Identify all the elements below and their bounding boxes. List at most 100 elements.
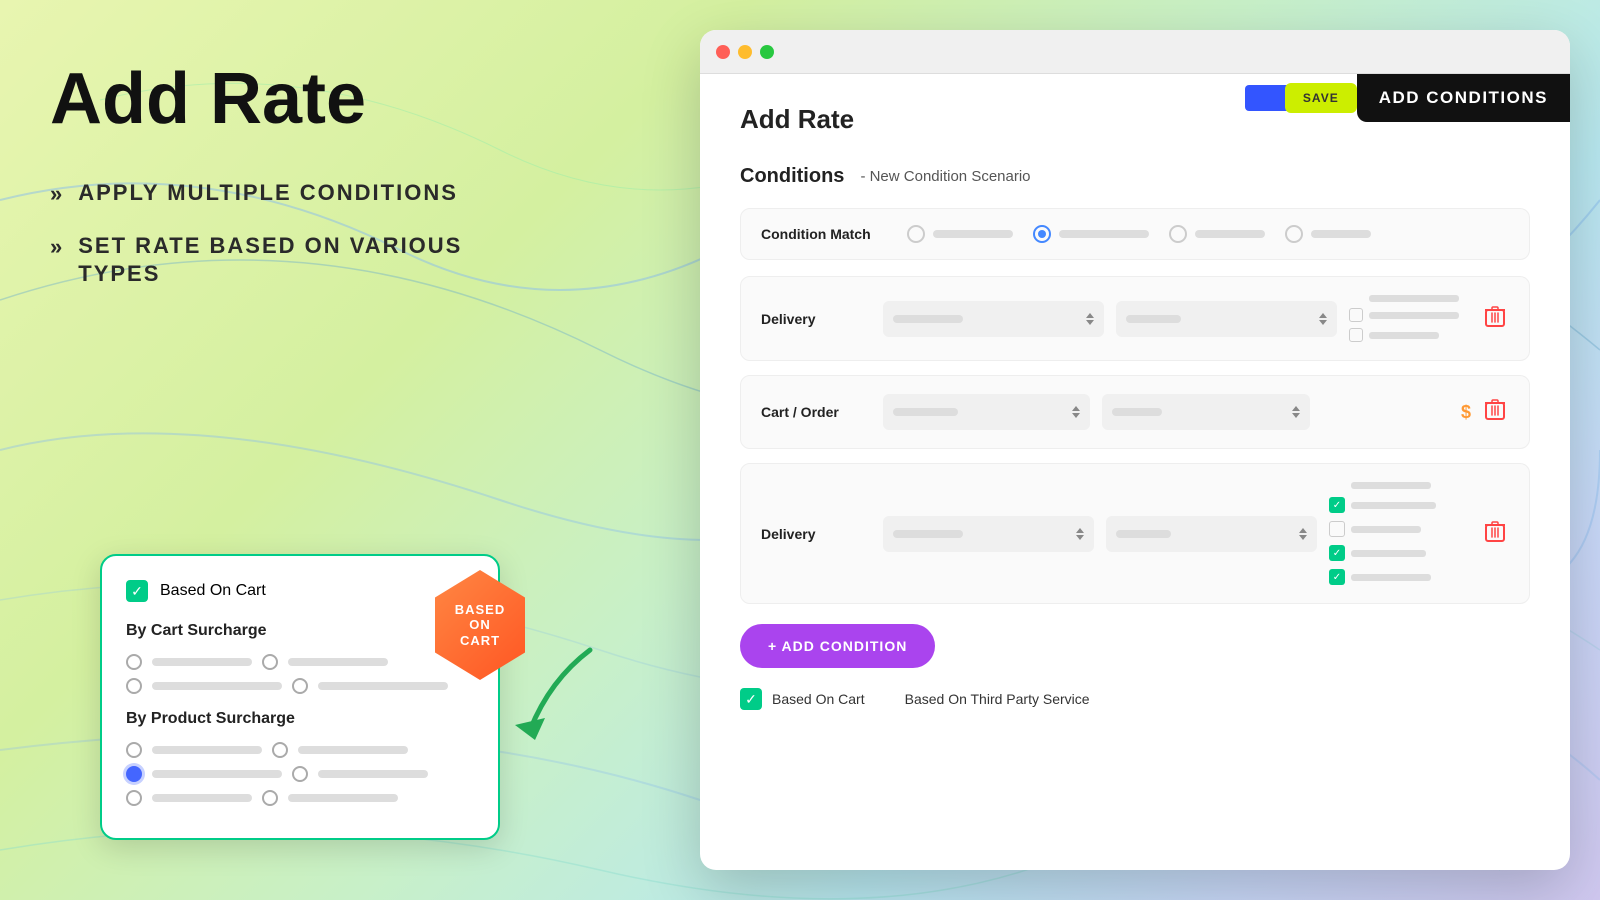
delivery-row-2: Delivery ✓: [740, 463, 1530, 604]
delivery-checkbox-options-1: [1349, 295, 1469, 342]
add-condition-button[interactable]: + ADD CONDITION: [740, 624, 935, 668]
add-conditions-banner[interactable]: ADD CONDITIONS: [1357, 74, 1570, 122]
delivery-green-checkboxes: ✓ ✓ ✓: [1329, 482, 1469, 585]
radio-bar-7: [152, 770, 282, 778]
arrow-down-icon-4: [1292, 413, 1300, 418]
product-radio-row-1: [126, 742, 474, 758]
green-checkbox-row-3: ✓: [1329, 545, 1469, 561]
arrow-up-icon-4: [1292, 406, 1300, 411]
radio-option-dot-4[interactable]: [1285, 225, 1303, 243]
cart-order-label: Cart / Order: [761, 404, 871, 420]
page-title: Add Rate: [740, 104, 854, 135]
radio-unchecked-9[interactable]: [262, 790, 278, 806]
radio-option-dot-2[interactable]: [1033, 225, 1051, 243]
browser-content: Add Rate Conditions - New Condition Scen…: [700, 74, 1570, 870]
delivery-label-1: Delivery: [761, 311, 871, 327]
radio-unchecked-1[interactable]: [126, 654, 142, 670]
radio-bar-10: [288, 794, 398, 802]
radio-bar-9: [152, 794, 252, 802]
condition-match-row: Condition Match: [740, 208, 1530, 260]
radio-bar-5: [152, 746, 262, 754]
save-button-header[interactable]: SAVE: [1285, 83, 1357, 113]
radio-unchecked-6[interactable]: [272, 742, 288, 758]
radio-option-dot-1[interactable]: [907, 225, 925, 243]
cart-radio-row-1: [126, 654, 474, 670]
radio-unchecked-5[interactable]: [126, 742, 142, 758]
dollar-icon: $: [1461, 402, 1471, 423]
feature-text-1: APPLY MULTIPLE CONDITIONS: [78, 179, 458, 208]
arrow-up-icon-5: [1076, 528, 1084, 533]
delete-delivery-1[interactable]: [1481, 301, 1509, 337]
radio-bar-4: [318, 682, 448, 690]
green-check-2[interactable]: ✓: [1329, 545, 1345, 561]
minimize-button[interactable]: [738, 45, 752, 59]
delivery-select-1[interactable]: [883, 301, 1104, 337]
close-button[interactable]: [716, 45, 730, 59]
chevron-right-icon-2: »: [50, 234, 62, 260]
cart-order-row: Cart / Order $: [740, 375, 1530, 449]
arrow-down-icon: [1086, 320, 1094, 325]
radio-bar-2: [288, 658, 388, 666]
green-check-1[interactable]: ✓: [1329, 497, 1345, 513]
conditions-label: Conditions: [740, 165, 844, 188]
add-conditions-area: SAVE ADD CONDITIONS: [1245, 74, 1570, 122]
empty-check-1[interactable]: [1329, 521, 1345, 537]
product-radio-row-3: [126, 790, 474, 806]
cart-checkbox-row: ✓ Based On Cart: [126, 580, 474, 602]
radio-bar-3: [152, 682, 282, 690]
radio-option-3: [1169, 225, 1265, 243]
product-radio-row-2: [126, 766, 474, 782]
main-title: Add Rate: [50, 60, 510, 139]
cart-checkbox[interactable]: ✓: [126, 580, 148, 602]
radio-option-2: [1033, 225, 1149, 243]
cart-select-2[interactable]: [1102, 394, 1309, 430]
delivery-label-2: Delivery: [761, 526, 871, 542]
radio-bar-8: [318, 770, 428, 778]
conditions-scenario: - New Condition Scenario: [860, 168, 1030, 185]
arrow-graphic: [490, 640, 610, 740]
green-check-3[interactable]: ✓: [1329, 569, 1345, 585]
based-on-third-party-label: Based On Third Party Service: [905, 691, 1090, 707]
radio-option-1: [907, 225, 1013, 243]
delete-delivery-2[interactable]: [1481, 516, 1509, 552]
left-panel: Add Rate » APPLY MULTIPLE CONDITIONS » S…: [0, 0, 560, 900]
feature-item-1: » APPLY MULTIPLE CONDITIONS: [50, 179, 510, 208]
bottom-options: ✓ Based On Cart Based On Third Party Ser…: [740, 688, 1530, 710]
bottom-cart-checkbox[interactable]: ✓: [740, 688, 762, 710]
condition-match-label: Condition Match: [761, 226, 891, 242]
radio-unchecked-2[interactable]: [262, 654, 278, 670]
radio-unchecked-3[interactable]: [126, 678, 142, 694]
radio-bar-1: [152, 658, 252, 666]
radio-unchecked-7[interactable]: [292, 766, 308, 782]
chevron-right-icon: »: [50, 181, 62, 207]
browser-titlebar: [700, 30, 1570, 74]
delivery-row-1: Delivery: [740, 276, 1530, 361]
surcharge-section-2: By Product Surcharge: [126, 710, 474, 728]
radio-checked-1[interactable]: [126, 766, 142, 782]
arrow-down-icon-5: [1076, 535, 1084, 540]
arrow-down-icon-2: [1319, 320, 1327, 325]
green-checkbox-row-2: [1329, 521, 1469, 537]
cart-select-1[interactable]: [883, 394, 1090, 430]
green-checkbox-row-0: [1329, 482, 1469, 489]
delivery2-select-1[interactable]: [883, 516, 1094, 552]
arrow-up-icon-2: [1319, 313, 1327, 318]
conditions-header: Conditions - New Condition Scenario: [740, 165, 1530, 188]
feature-text-2: SET RATE BASED ON VARIOUS TYPES: [78, 232, 510, 289]
delete-cart-order[interactable]: [1481, 394, 1509, 430]
delivery-select-2[interactable]: [1116, 301, 1337, 337]
surcharge-section-1: By Cart Surcharge: [126, 622, 474, 640]
arrow-down-icon-6: [1299, 535, 1307, 540]
radio-unchecked-4[interactable]: [292, 678, 308, 694]
maximize-button[interactable]: [760, 45, 774, 59]
arrow-up-icon-3: [1072, 406, 1080, 411]
radio-option-4: [1285, 225, 1371, 243]
based-on-cart-label: Based On Cart: [772, 691, 865, 707]
browser-window: SAVE ADD CONDITIONS Add Rate Conditions …: [700, 30, 1570, 870]
radio-option-dot-3[interactable]: [1169, 225, 1187, 243]
based-on-third-party-option: Based On Third Party Service: [905, 691, 1090, 707]
delivery2-select-2[interactable]: [1106, 516, 1317, 552]
radio-unchecked-8[interactable]: [126, 790, 142, 806]
arrow-up-icon: [1086, 313, 1094, 318]
add-conditions-label: ADD CONDITIONS: [1379, 88, 1548, 108]
